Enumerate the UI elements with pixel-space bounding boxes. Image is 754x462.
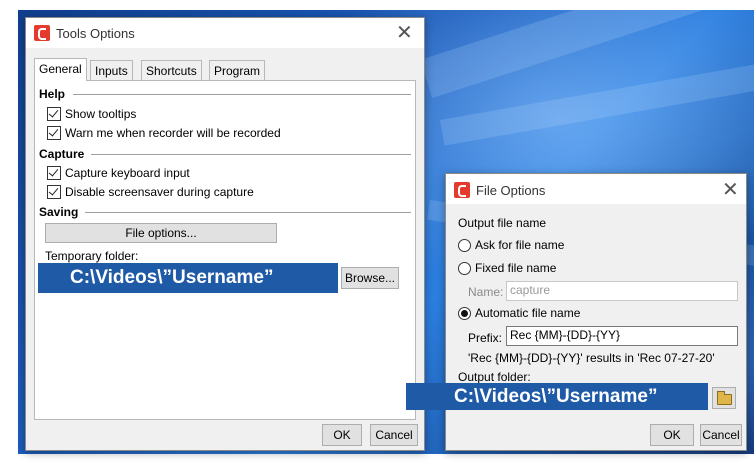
ok-button[interactable]: OK	[322, 424, 362, 446]
output-folder-value: C:\Videos\”Username”	[454, 386, 658, 407]
folder-icon	[717, 391, 732, 405]
file-options-titlebar[interactable]: File Options ✕	[446, 174, 746, 204]
close-icon[interactable]: ✕	[722, 180, 739, 200]
radio-fixed-file-name[interactable]: Fixed file name	[458, 259, 556, 277]
checkbox-box[interactable]	[47, 107, 61, 121]
checkbox-label: Capture keyboard input	[65, 166, 190, 180]
section-divider	[85, 212, 411, 213]
section-title-help: Help	[39, 87, 66, 101]
radio-ask-for-file-name[interactable]: Ask for file name	[458, 236, 564, 254]
name-input-value: capture	[510, 283, 551, 297]
tab-inputs[interactable]: Inputs	[90, 60, 133, 81]
checkbox-label: Disable screensaver during capture	[65, 185, 254, 199]
section-title-saving: Saving	[39, 205, 79, 219]
checkbox-label: Warn me when recorder will be recorded	[65, 126, 281, 140]
radio-button[interactable]	[458, 306, 471, 320]
radio-label: Automatic file name	[475, 306, 581, 320]
temporary-folder-field[interactable]: C:\Videos\”Username”	[38, 263, 338, 293]
browse-button[interactable]: Browse...	[341, 267, 399, 289]
radio-automatic-file-name[interactable]: Automatic file name	[458, 304, 580, 322]
tab-general[interactable]: General	[34, 58, 87, 81]
radio-button[interactable]	[458, 261, 471, 275]
output-folder-field[interactable]: C:\Videos\”Username”	[406, 383, 708, 410]
cancel-button[interactable]: Cancel	[700, 424, 742, 446]
radio-label: Ask for file name	[475, 238, 565, 252]
window-title: Tools Options	[56, 26, 135, 41]
checkbox-box[interactable]	[47, 185, 61, 199]
radio-label: Fixed file name	[475, 261, 557, 275]
section-title-capture: Capture	[39, 147, 85, 161]
ok-button[interactable]: OK	[650, 424, 694, 446]
tab-program[interactable]: Program	[209, 60, 266, 81]
output-folder-label: Output folder:	[458, 370, 531, 384]
file-options-button[interactable]: File options...	[45, 223, 277, 243]
checkbox-warn-recorder[interactable]: Warn me when recorder will be recorded	[47, 125, 281, 141]
app-logo-icon	[34, 25, 50, 41]
temporary-folder-value: C:\Videos\”Username”	[70, 267, 274, 288]
checkbox-box[interactable]	[47, 126, 61, 140]
tools-options-titlebar[interactable]: Tools Options ✕	[26, 18, 424, 48]
prefix-input-value: Rec {MM}-{DD}-{YY}	[510, 328, 621, 342]
name-label: Name:	[468, 285, 504, 299]
tools-options-window: Tools Options ✕ General Inputs Shortcuts…	[25, 17, 425, 451]
app-logo-icon	[454, 182, 470, 198]
checkbox-box[interactable]	[47, 166, 61, 180]
checkbox-label: Show tooltips	[65, 107, 137, 121]
section-divider	[73, 94, 411, 95]
output-file-name-label: Output file name	[458, 216, 547, 230]
image-frame-left	[0, 0, 18, 462]
prefix-label: Prefix:	[468, 331, 503, 345]
window-title: File Options	[476, 183, 546, 198]
checkbox-capture-keyboard[interactable]: Capture keyboard input	[47, 165, 190, 181]
image-frame-top	[0, 0, 754, 10]
browse-folder-button[interactable]	[712, 387, 736, 409]
checkbox-disable-screensaver[interactable]: Disable screensaver during capture	[47, 184, 254, 200]
name-input[interactable]: capture	[506, 281, 738, 301]
cancel-button[interactable]: Cancel	[370, 424, 418, 446]
general-tab-panel: Help Show tooltips Warn me when recorder…	[34, 80, 416, 420]
tab-shortcuts[interactable]: Shortcuts	[141, 60, 202, 81]
image-frame-bottom	[0, 454, 754, 462]
prefix-input[interactable]: Rec {MM}-{DD}-{YY}	[506, 326, 738, 346]
radio-button[interactable]	[458, 238, 471, 252]
checkbox-show-tooltips[interactable]: Show tooltips	[47, 106, 136, 122]
section-divider	[91, 154, 411, 155]
prefix-result-text: 'Rec {MM}-{DD}-{YY}' results in 'Rec 07-…	[468, 351, 715, 365]
temporary-folder-label: Temporary folder:	[45, 249, 139, 263]
close-icon[interactable]: ✕	[396, 23, 413, 43]
